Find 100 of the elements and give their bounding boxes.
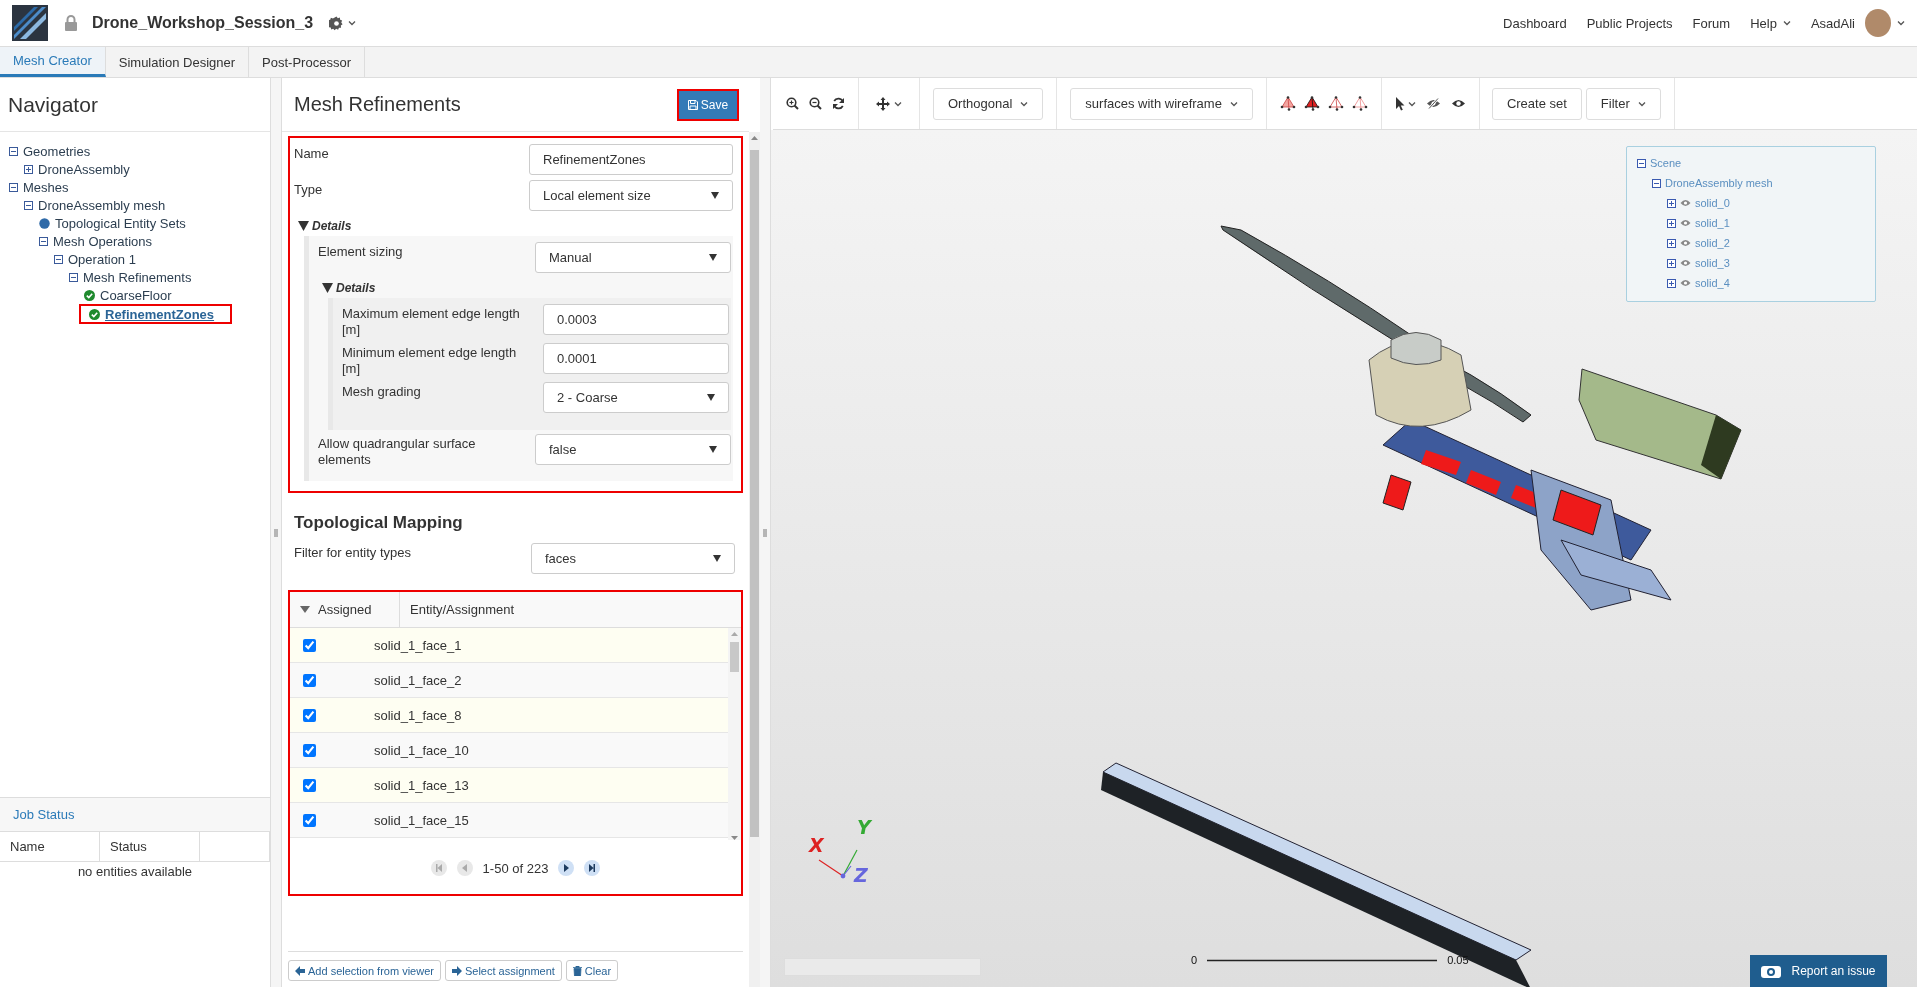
tree-item[interactable]: DroneAssembly mesh (19, 196, 171, 214)
user-menu[interactable]: AsadAli (1810, 15, 1855, 31)
avatar[interactable] (1865, 9, 1891, 37)
tree-item[interactable]: RefinementZones (79, 304, 233, 324)
nav-link[interactable]: Public Projects (1586, 15, 1673, 31)
scroll-up-icon[interactable] (751, 136, 758, 140)
solid-edges-render-icon[interactable] (1303, 96, 1320, 111)
dropdown[interactable]: Manual (535, 242, 731, 273)
nav-link[interactable]: Help (1750, 15, 1791, 31)
dropdown[interactable]: faces (531, 543, 735, 574)
section-title: Topological Mapping (294, 513, 464, 533)
section-label[interactable]: Details (312, 219, 352, 233)
tree-item[interactable]: Mesh Operations (34, 232, 157, 250)
tree-item[interactable]: Geometries (4, 142, 96, 160)
column-header[interactable]: Entity/Assignment (400, 592, 741, 627)
camera-icon (1761, 964, 1782, 978)
text-field[interactable]: 0.0001 (543, 343, 729, 374)
expand-icon[interactable] (1667, 258, 1676, 268)
collapse-icon[interactable] (69, 272, 78, 282)
collapse-icon[interactable] (9, 182, 18, 192)
job-status-header[interactable]: Job Status (0, 798, 270, 832)
refresh-icon[interactable] (832, 97, 845, 110)
checkbox[interactable] (303, 778, 316, 792)
column-header[interactable]: Assigned (290, 592, 400, 627)
scroll-down-icon[interactable] (731, 836, 738, 840)
tree-item[interactable]: Mesh Refinements (64, 268, 197, 286)
nav-link[interactable]: Forum (1692, 15, 1731, 31)
expand-icon[interactable] (24, 164, 33, 174)
expand-icon[interactable] (1667, 278, 1676, 288)
projection-dropdown[interactable]: Orthogonal (933, 87, 1044, 120)
scrollbar-thumb[interactable] (730, 642, 739, 672)
text-field[interactable]: RefinementZones (529, 144, 733, 175)
field-label: Type (294, 181, 323, 198)
collapse-icon[interactable] (54, 254, 63, 264)
text-field[interactable]: 0.0003 (543, 304, 729, 335)
wireframe-render-icon[interactable] (1327, 96, 1344, 111)
tree-item[interactable]: Operation 1 (49, 250, 141, 268)
points-render-icon[interactable] (1351, 96, 1368, 111)
action-button[interactable]: Select assignment (444, 960, 562, 981)
collapse-triangle-icon[interactable] (298, 221, 309, 231)
hide-icon[interactable] (1425, 98, 1441, 109)
collapse-icon[interactable] (1637, 158, 1646, 168)
collapse-icon[interactable] (24, 200, 33, 210)
checkbox[interactable] (303, 743, 316, 757)
pointer-icon (1394, 96, 1405, 111)
expand-icon[interactable] (1667, 198, 1676, 208)
nav-link[interactable]: Dashboard (1503, 15, 1567, 31)
scrollbar[interactable] (728, 628, 741, 840)
tree-item[interactable]: Meshes (4, 178, 74, 196)
pagination-text: 1-50 of 223 (482, 860, 549, 876)
expand-icon[interactable] (1667, 218, 1676, 228)
action-button[interactable]: Clear (565, 960, 619, 981)
report-issue-button[interactable]: Report an issue (1750, 955, 1887, 987)
axis-label: X (809, 834, 824, 856)
dropdown[interactable]: 2 - Coarse (543, 382, 729, 413)
tree-item[interactable]: Topological Entity Sets (34, 214, 191, 232)
action-button[interactable]: Add selection from viewer (288, 960, 441, 981)
create-set-button[interactable]: Create set (1491, 87, 1582, 120)
checkbox[interactable] (303, 638, 316, 652)
panel-title: Mesh Refinements (294, 93, 461, 116)
dropdown-arrow-icon (709, 254, 717, 261)
splitter-handle-icon[interactable] (274, 528, 278, 537)
right-arrow-icon (451, 965, 462, 976)
logo-icon[interactable] (12, 5, 48, 41)
checkbox[interactable] (303, 813, 316, 827)
checkbox[interactable] (303, 673, 316, 687)
render-mode-dropdown[interactable]: surfaces with wireframe (1070, 87, 1253, 120)
scrollbar[interactable] (749, 132, 760, 987)
tree-item[interactable]: CoarseFloor (79, 286, 177, 304)
collapse-icon[interactable] (39, 236, 48, 246)
field-label: Mesh grading (342, 383, 421, 400)
eye-icon[interactable] (1450, 98, 1466, 109)
last-page-icon[interactable] (584, 860, 601, 876)
expand-icon[interactable] (1667, 238, 1676, 248)
table-cell-text: solid_1_face_2 (374, 672, 463, 688)
dropdown[interactable]: Local element size (529, 180, 733, 211)
tree-item[interactable]: DroneAssembly (19, 160, 135, 178)
scrollbar-thumb[interactable] (750, 150, 759, 837)
zoom-out-icon[interactable] (809, 97, 822, 110)
dropdown[interactable]: false (535, 434, 731, 465)
tab[interactable]: Mesh Creator (0, 47, 106, 77)
empty-message: no entities available (76, 863, 194, 879)
project-title: Drone_Workshop_Session_3 (92, 14, 314, 32)
left-arrow-icon (295, 965, 305, 976)
collapse-icon[interactable] (1652, 178, 1661, 188)
section-label[interactable]: Details (336, 281, 376, 295)
solid-render-icon[interactable] (1279, 96, 1296, 111)
collapse-icon[interactable] (9, 146, 18, 156)
splitter-handle-icon[interactable] (763, 528, 767, 537)
table-cell-text: solid_1_face_8 (374, 707, 463, 723)
checkbox[interactable] (303, 708, 316, 722)
collapse-triangle-icon[interactable] (322, 283, 333, 293)
filter-dropdown[interactable]: Filter (1585, 87, 1661, 120)
field-label: Allow quadrangular surface elements (318, 435, 477, 468)
caret-icon (348, 20, 357, 26)
axis-label: Z (854, 864, 868, 886)
caret-icon (1407, 100, 1416, 107)
next-page-icon[interactable] (558, 860, 575, 876)
zoom-in-icon[interactable] (786, 97, 799, 110)
save-button[interactable]: Save (677, 88, 739, 121)
